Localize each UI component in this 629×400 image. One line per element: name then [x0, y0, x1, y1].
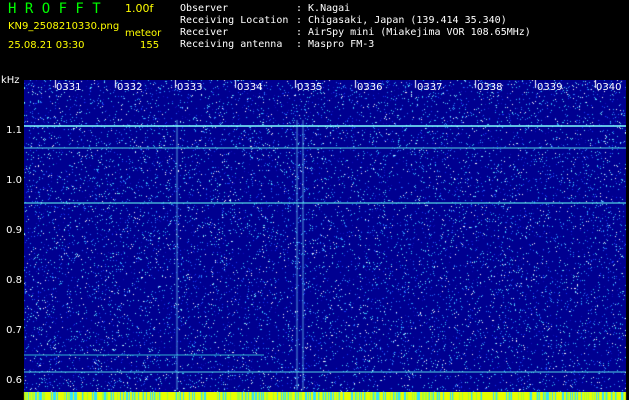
y-tick: 0.6 [6, 375, 22, 386]
spectrogram-plot[interactable] [24, 80, 626, 392]
count-label: 155 [140, 40, 160, 51]
mode-label: meteor [125, 28, 162, 39]
y-tick: 0.7 [6, 325, 22, 336]
version-label: 1.00f [125, 2, 154, 15]
datetime-label: 25.08.21 03:30 [8, 40, 85, 51]
time-tick: 0332 [117, 82, 143, 93]
observer-label: Observer [180, 3, 229, 14]
header-panel: H R O F F T 1.00f KN9_2508210330.png met… [0, 0, 629, 78]
filename-label: KN9_2508210330.png [8, 21, 120, 32]
receiver-value: : AirSpy mini (Miakejima VOR 108.65MHz) [296, 27, 531, 38]
app-title: H R O F F T [8, 1, 101, 17]
time-tick: 0340 [596, 82, 622, 93]
unit-label: kHz [1, 75, 20, 86]
time-tick: 0335 [297, 82, 323, 93]
time-tick: 0334 [237, 82, 263, 93]
observer-value: : K.Nagai [296, 3, 351, 14]
y-tick: 0.9 [6, 225, 22, 236]
receiver-label: Receiver [180, 27, 229, 38]
spectrogram-overlay [24, 125, 626, 373]
y-tick: 1.1 [6, 125, 22, 136]
time-tick: 0337 [417, 82, 443, 93]
time-tick: 0333 [177, 82, 203, 93]
time-tick: 0331 [56, 82, 82, 93]
time-tick: 0336 [357, 82, 383, 93]
y-tick: 1.0 [6, 175, 22, 186]
time-tick: 0339 [537, 82, 563, 93]
signal-strength-strip [0, 392, 629, 400]
location-label: Receiving Location [180, 15, 289, 26]
time-tick: 0338 [477, 82, 503, 93]
y-tick: 0.8 [6, 275, 22, 286]
location-value: : Chigasaki, Japan (139.414 35.340) [296, 15, 507, 26]
antenna-value: : Maspro FM-3 [296, 39, 375, 50]
antenna-label: Receiving antenna [180, 39, 283, 50]
